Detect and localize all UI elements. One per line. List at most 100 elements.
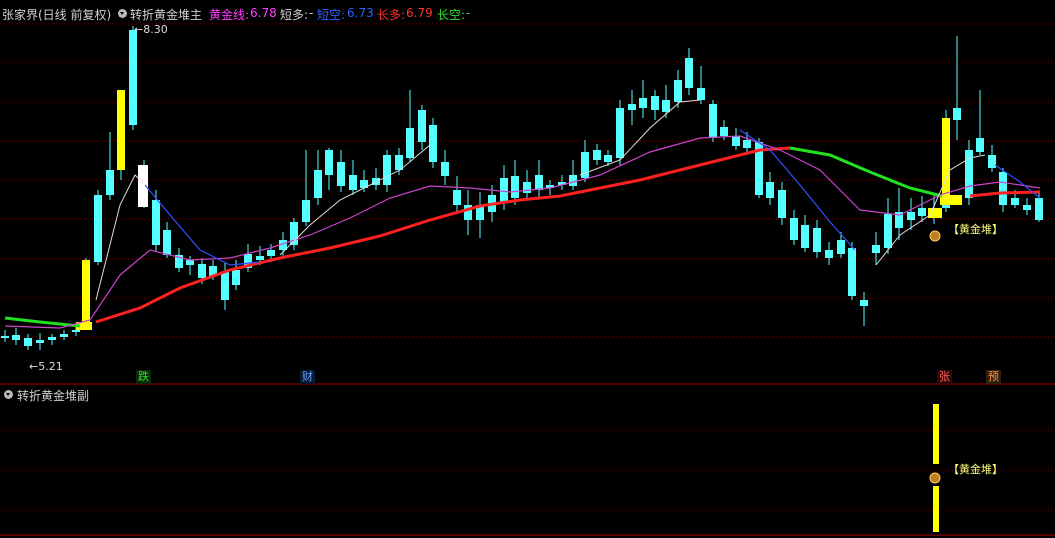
sub-gold-bar xyxy=(933,404,939,464)
candle-body-down xyxy=(48,337,56,340)
candle-body-down xyxy=(302,200,310,222)
gold-line-label: 黄金线: xyxy=(209,8,250,22)
candle-body-down xyxy=(569,175,577,186)
candle-body-down xyxy=(511,176,519,198)
candlesticks xyxy=(1,26,1043,484)
candle-body-down xyxy=(453,190,461,205)
candle-body-down xyxy=(406,128,414,158)
candle-body-down xyxy=(616,108,624,158)
candle-body-down xyxy=(523,182,531,193)
long-bear-value: - xyxy=(466,6,471,20)
indicator-menu-icon[interactable] xyxy=(118,9,127,18)
low-price-value: 5.21 xyxy=(38,360,63,373)
candle-body-down xyxy=(267,250,275,256)
candle-body-down xyxy=(325,150,333,175)
long-bear-line xyxy=(789,146,943,198)
candle-body-down xyxy=(383,155,391,185)
sub-panel-bars xyxy=(933,404,939,532)
sub-panel-header: 转折黄金堆副 xyxy=(0,386,1055,404)
candle-body-down xyxy=(825,250,833,258)
candle-body-down xyxy=(884,214,892,248)
high-price-value: 8.30 xyxy=(143,23,168,36)
sub-gold-bar xyxy=(933,486,939,532)
long-bull-label: 长多: xyxy=(377,8,406,22)
main-chart[interactable] xyxy=(0,0,1055,538)
candle-body-down xyxy=(651,96,659,110)
candle-body-down xyxy=(395,155,403,170)
money-bag-icon xyxy=(929,472,941,484)
candle-body-down xyxy=(106,170,114,195)
candle-body-down xyxy=(976,138,984,152)
candle-body-down xyxy=(232,270,240,285)
signal-yu-marker[interactable]: 预 xyxy=(986,370,1001,384)
low-price-annotation: ←5.21 xyxy=(29,360,63,373)
candle-body-down xyxy=(999,172,1007,205)
candle-body-down xyxy=(953,108,961,120)
candle-body-down xyxy=(709,104,717,138)
candle-body-down xyxy=(907,212,915,220)
long-bear-label: 长空: xyxy=(437,8,466,22)
indicator-name[interactable]: 转折黄金堆主 xyxy=(130,6,202,23)
candle-body-down xyxy=(152,200,160,245)
short-bear-value: 6.73 xyxy=(347,6,374,20)
candle-body-down xyxy=(129,30,137,125)
candle-body-down xyxy=(198,264,206,278)
candle-body-down xyxy=(988,155,996,168)
candle-body-down xyxy=(743,140,751,148)
candle-body-down xyxy=(441,162,449,176)
candle-body-down xyxy=(1023,205,1031,210)
short-bull-label: 短多: xyxy=(280,8,309,22)
candle-body-down xyxy=(848,248,856,296)
chart-header: 张家界 (日线 前复权) 转折黄金堆主 黄金线: 6.78 短多: - 短空: … xyxy=(0,0,1055,22)
candle-body-down xyxy=(593,150,601,160)
gold-pile-label: 【黄金堆】 xyxy=(948,223,1003,236)
candle-body-down xyxy=(1011,198,1019,205)
candle-body-down xyxy=(24,338,32,346)
candle-body-down xyxy=(314,170,322,198)
candle-body-down xyxy=(429,125,437,162)
candle-body-down xyxy=(639,98,647,108)
gold-signal-bar xyxy=(82,260,90,328)
candle-body-down xyxy=(256,256,264,260)
grid-lines xyxy=(0,23,1055,536)
candle-body-down xyxy=(918,208,926,216)
candle-body-down xyxy=(860,300,868,306)
candle-body-down xyxy=(813,228,821,252)
candle-body-down xyxy=(801,225,809,248)
short-bear-label: 短空: xyxy=(317,8,346,22)
candle-body-down xyxy=(186,260,194,265)
candle-body-down xyxy=(697,88,705,100)
candle-body-down xyxy=(685,58,693,88)
gold-pile-block xyxy=(928,208,942,218)
high-price-annotation: ←8.30 xyxy=(134,23,168,36)
candle-body-down xyxy=(837,240,845,254)
short-bull-value: - xyxy=(309,6,314,20)
money-bag-icon xyxy=(929,230,941,242)
candle-body-down xyxy=(535,175,543,190)
gold-line-value: 6.78 xyxy=(250,6,277,20)
period-label[interactable]: (日线 前复权) xyxy=(38,6,111,23)
signal-die-marker[interactable]: 跌 xyxy=(136,370,151,384)
arrow-icon: ← xyxy=(134,23,144,36)
signal-zhang-marker[interactable]: 张 xyxy=(937,370,952,384)
sub-indicator-menu-icon[interactable] xyxy=(4,390,13,399)
short-bull-line xyxy=(579,99,701,176)
candle-body-down xyxy=(1035,198,1043,220)
signal-cai-marker[interactable]: 财 xyxy=(300,370,315,384)
candle-body-down xyxy=(662,100,670,112)
arrow-icon: ← xyxy=(29,360,39,373)
candle-body-down xyxy=(94,195,102,262)
candle-body-down xyxy=(1,336,9,338)
gold-pile-sub-label: 【黄金堆】 xyxy=(948,463,1003,476)
candle-body-down xyxy=(337,162,345,186)
candle-body-down xyxy=(604,155,612,162)
stock-name: 张家界 xyxy=(2,8,39,22)
candle-body-down xyxy=(418,110,426,142)
candle-body-down xyxy=(36,340,44,343)
candle-body-down xyxy=(732,136,740,146)
candle-body-down xyxy=(628,104,636,110)
candle-body-down xyxy=(72,330,80,332)
candle-body-down xyxy=(720,127,728,136)
candle-body-down xyxy=(221,272,229,300)
sub-indicator-name[interactable]: 转折黄金堆副 xyxy=(17,387,89,404)
